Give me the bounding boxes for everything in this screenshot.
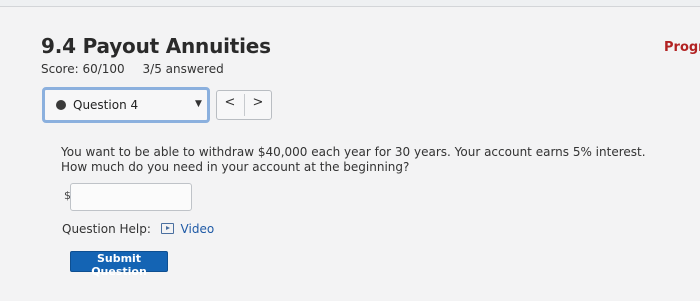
page-title: 9.4 Payout Annuities	[41, 34, 271, 58]
question-text: You want to be able to withdraw $40,000 …	[61, 145, 646, 174]
video-icon[interactable]	[160, 223, 174, 234]
question-nav: < >	[216, 90, 272, 120]
status-dot-icon	[56, 100, 66, 110]
next-question-button[interactable]: >	[246, 95, 270, 115]
video-help-link[interactable]: Video	[181, 222, 215, 236]
score-row: Score: 60/100 3/5 answered	[41, 62, 224, 76]
dropdown-caret-icon: ▼	[195, 99, 202, 109]
question-select-label: Question 4	[73, 98, 139, 112]
previous-question-button[interactable]: <	[218, 95, 242, 115]
question-select[interactable]: Question 4 ▼	[42, 87, 210, 123]
answer-input[interactable]	[70, 183, 192, 211]
submit-question-button[interactable]: Submit Question	[70, 251, 168, 278]
score-text: Score: 60/100	[41, 62, 125, 76]
question-help: Question Help: Video	[62, 222, 214, 236]
answered-count: 3/5 answered	[142, 62, 224, 76]
progress-link[interactable]: Progre	[664, 40, 700, 55]
question-help-label: Question Help:	[62, 222, 151, 236]
nav-divider	[244, 94, 245, 116]
